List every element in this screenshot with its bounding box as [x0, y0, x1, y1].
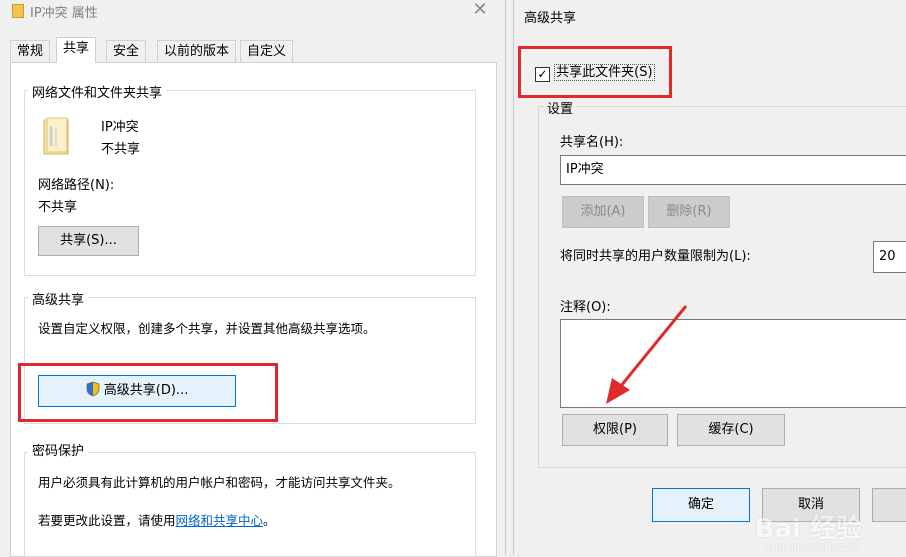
advanced-share-button-label: 高级共享(D)... — [103, 383, 189, 398]
watermark-url: jingyan.baidu.com — [766, 542, 859, 553]
window-title: IP冲突 属性 — [30, 6, 98, 21]
password-change-prefix: 若要更改此设置，请使用 — [38, 513, 176, 528]
folder-icon-large — [43, 117, 69, 155]
password-protection-description: 用户必须具有此计算机的用户帐户和密码，才能访问共享文件夹。 — [38, 475, 401, 490]
advanced-share-button[interactable]: 高级共享(D)... — [38, 375, 236, 407]
user-limit-input[interactable]: 20 — [873, 241, 906, 273]
advanced-share-group-title: 高级共享 — [28, 289, 89, 308]
share-name-label: 共享名(H): — [560, 135, 624, 150]
folder-name: IP冲突 — [101, 120, 139, 135]
tab-general[interactable]: 常规 — [10, 40, 51, 63]
advanced-share-description: 设置自定义权限，创建多个共享，并设置其他高级共享选项。 — [38, 321, 376, 336]
folder-icon — [12, 4, 24, 18]
settings-group-title: 设置 — [544, 98, 577, 117]
network-path-value: 不共享 — [38, 200, 78, 215]
permissions-button[interactable]: 权限(P) — [562, 414, 668, 446]
close-icon[interactable]: ✕ — [470, 0, 490, 20]
share-folder-checkbox[interactable]: ✓ — [535, 67, 550, 82]
caching-button[interactable]: 缓存(C) — [677, 414, 785, 446]
password-change-suffix: 。 — [263, 513, 276, 528]
share-button[interactable]: 共享(S)... — [38, 226, 139, 256]
tab-sharing[interactable]: 共享 — [56, 37, 97, 63]
share-folder-checkbox-row[interactable]: ✓ 共享此文件夹(S) — [535, 61, 655, 82]
share-folder-checkbox-label: 共享此文件夹(S) — [554, 64, 655, 81]
user-limit-label: 将同时共享的用户数量限制为(L): — [560, 249, 751, 264]
apply-button[interactable] — [872, 488, 906, 522]
watermark-logo: Bai 经验 — [754, 514, 862, 544]
annotation-arrow-icon — [606, 305, 688, 404]
share-status: 不共享 — [101, 142, 141, 157]
share-name-input[interactable]: IP冲突 — [560, 155, 906, 185]
ok-button[interactable]: 确定 — [652, 488, 750, 522]
network-share-group-title: 网络文件和文件夹共享 — [28, 82, 167, 101]
properties-window: IP冲突 属性 ✕ 常规 共享 安全 以前的版本 自定义 网络文件和文件夹共享 … — [0, 0, 506, 557]
tab-security[interactable]: 安全 — [106, 40, 147, 63]
add-button[interactable]: 添加(A) — [562, 196, 644, 228]
password-change-line: 若要更改此设置，请使用网络和共享中心。 — [38, 510, 276, 529]
tab-previous-versions[interactable]: 以前的版本 — [157, 40, 237, 63]
network-path-label: 网络路径(N): — [38, 178, 115, 193]
uac-shield-icon — [86, 381, 100, 397]
advanced-sharing-dialog: 高级共享 ✓ 共享此文件夹(S) 设置 共享名(H): IP冲突 添加(A) 删… — [513, 0, 906, 555]
password-protection-group-title: 密码保护 — [28, 440, 89, 459]
tab-customize[interactable]: 自定义 — [240, 40, 294, 63]
password-protection-group — [24, 452, 476, 557]
network-sharing-center-link[interactable]: 网络和共享中心 — [176, 513, 264, 528]
remove-button[interactable]: 删除(R) — [648, 196, 730, 228]
dialog-title: 高级共享 — [524, 11, 577, 26]
